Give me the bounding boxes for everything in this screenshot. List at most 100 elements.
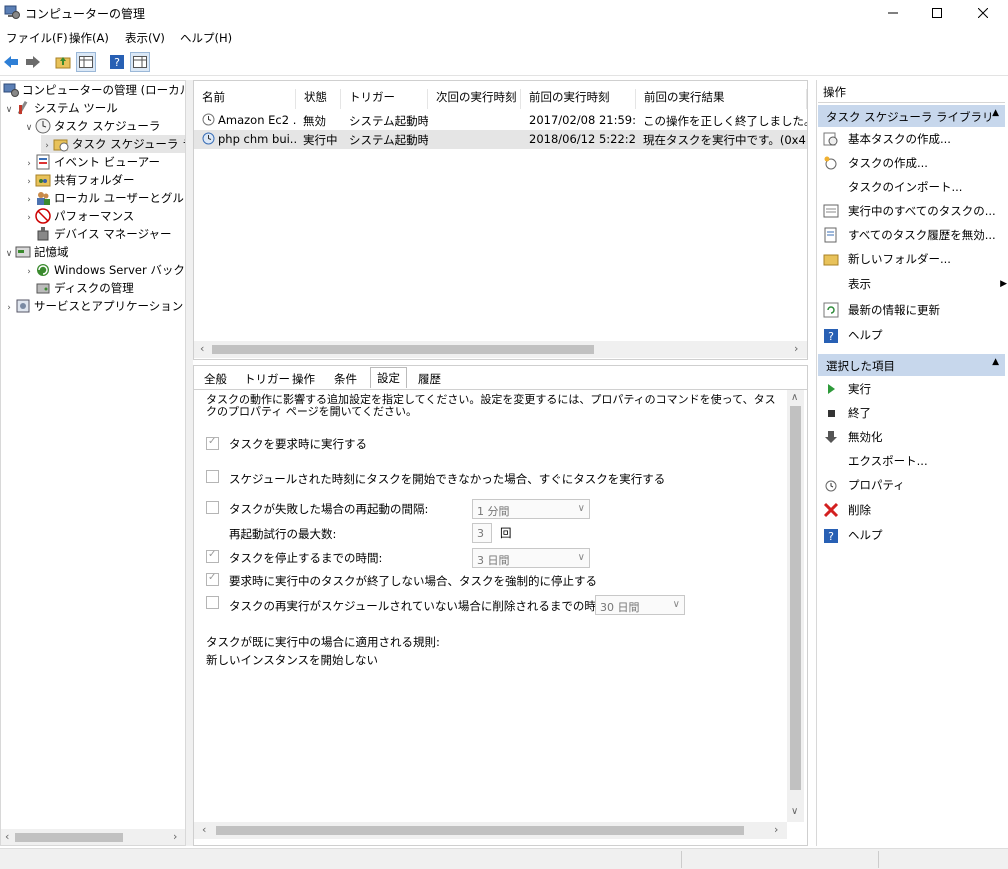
chevron-down-icon[interactable]: ∨ [23,119,35,137]
minimize-button[interactable] [870,0,916,25]
action-delete[interactable]: 削除 [823,499,1001,521]
tree-item-services-apps[interactable]: › サービスとアプリケーション [3,297,183,315]
action-help[interactable]: ? ヘルプ [823,324,1001,346]
stop-after-select[interactable]: 3 日間 ∨ [472,548,590,568]
tree-item-device-manager[interactable]: デバイス マネージャー [35,225,172,243]
scroll-thumb[interactable] [790,406,801,790]
tree-item-performance[interactable]: › パフォーマンス [23,207,134,225]
action-end[interactable]: 終了 [823,402,1001,424]
tab-settings[interactable]: 設定 [370,367,407,388]
close-button[interactable] [960,0,1006,25]
menu-view[interactable]: 表示(V) [125,30,165,46]
tree-item-root[interactable]: コンピューターの管理 (ローカル) [3,81,185,99]
tree-horizontal-scrollbar[interactable]: ‹ › [1,829,185,845]
section-header-selected[interactable]: 選択した項目 ▲ [818,354,1005,376]
submenu-arrow-icon: ▶ [1000,279,1007,289]
tree-item-shared-folders[interactable]: › 共有フォルダー [23,171,134,189]
tab-history[interactable]: 履歴 [412,369,447,387]
tree-item-disk-management[interactable]: ディスクの管理 [35,279,134,297]
column-header-name[interactable]: 名前 [194,89,296,109]
section-header-library[interactable]: タスク スケジューラ ライブラリ ▲ [818,105,1005,127]
action-export[interactable]: エクスポート... [823,450,1001,472]
collapse-icon[interactable]: ▲ [992,108,999,118]
scroll-left-icon[interactable]: ‹ [200,342,204,355]
column-header-last-run[interactable]: 前回の実行時刻 [521,89,636,109]
chevron-down-icon[interactable]: ∨ [3,245,15,263]
stop-after-checkbox[interactable] [206,549,219,563]
tab-actions[interactable]: 操作 [286,369,321,387]
event-viewer-icon [35,154,51,170]
action-run[interactable]: 実行 [823,378,1001,400]
scroll-up-icon[interactable]: ∧ [791,392,798,403]
column-header-last-result[interactable]: 前回の実行結果 [636,89,807,109]
delete-after-label: タスクの再実行がスケジュールされていない場合に削除されるまでの時間: [229,599,612,613]
restart-on-fail-checkbox[interactable] [206,501,219,514]
action-refresh[interactable]: 最新の情報に更新 [823,299,1001,321]
tree-item-local-users[interactable]: ›ローカル ユーザーとグループ [23,189,185,207]
scroll-left-icon[interactable]: ‹ [202,823,206,836]
action-import-task[interactable]: タスクのインポート... [823,176,1001,198]
detail-horizontal-scrollbar[interactable]: ‹ › [194,822,787,839]
column-header-next-run[interactable]: 次回の実行時刻 [428,89,521,109]
tree-item-task-scheduler-library[interactable]: ›タスク スケジューラ ライブ [41,135,185,153]
tree-item-storage[interactable]: ∨ 記憶域 [3,243,69,261]
run-missed-checkbox[interactable] [206,470,219,483]
action-create-basic-task[interactable]: 基本タスクの作成... [823,128,1001,150]
column-header-status[interactable]: 状態 [296,89,341,109]
scroll-right-icon[interactable]: › [794,342,798,355]
tab-general[interactable]: 全般 [198,369,233,387]
delete-after-select[interactable]: 30 日間 ∨ [595,595,685,615]
up-folder-icon[interactable] [53,52,73,72]
action-running-tasks[interactable]: 実行中のすべてのタスクの... [823,200,1001,222]
delete-after-checkbox[interactable] [206,596,219,609]
chevron-right-icon[interactable]: › [23,263,35,281]
table-row[interactable]: Amazon Ec2 ... 無効 システム起動時 2017/02/08 21:… [194,111,807,130]
scroll-right-icon[interactable]: › [173,830,177,843]
tree-item-system-tools[interactable]: ∨ システム ツール [3,99,118,117]
action-pane: 操作 タスク スケジューラ ライブラリ ▲ 基本タスクの作成... タスクの作成.… [816,80,1008,846]
action-view[interactable]: 表示 ▶ [823,273,1007,295]
tree-item-windows-server-backup[interactable]: › Windows Server バックア [23,261,185,281]
scroll-thumb[interactable] [212,345,594,354]
detail-vertical-scrollbar[interactable]: ∧ ∨ [787,390,804,822]
max-restart-input[interactable]: 3 [472,523,492,543]
scroll-thumb[interactable] [216,826,744,835]
force-stop-checkbox[interactable] [206,572,219,586]
action-help-selected[interactable]: ? ヘルプ [823,524,1001,546]
column-header-trigger[interactable]: トリガー [341,89,428,109]
action-new-folder[interactable]: 新しいフォルダー... [823,248,1001,270]
restart-interval-select[interactable]: 1 分間 ∨ [472,499,590,519]
scroll-down-icon[interactable]: ∨ [791,806,798,817]
action-create-task[interactable]: タスクの作成... [823,152,1001,174]
forward-arrow-icon[interactable] [23,52,43,72]
shared-folder-icon [35,172,51,188]
table-row[interactable]: php chm bui... 実行中 システム起動時 2018/06/12 5:… [194,130,807,149]
rule-value: 新しいインスタンスを開始しない [206,653,379,667]
menu-action[interactable]: 操作(A) [69,30,109,46]
collapse-icon[interactable]: ▲ [992,357,999,367]
scroll-thumb[interactable] [15,833,123,842]
action-disable-history[interactable]: すべてのタスク履歴を無効... [823,224,1001,246]
tree-item-task-scheduler[interactable]: ∨ タスク スケジューラ [23,117,160,135]
scroll-left-icon[interactable]: ‹ [5,830,9,843]
chevron-right-icon[interactable]: › [23,209,35,227]
action-properties[interactable]: プロパティ [823,474,1001,496]
chevron-down-icon: ∨ [672,599,680,610]
run-on-demand-checkbox[interactable] [206,436,219,450]
tab-conditions[interactable]: 条件 [328,369,363,387]
menu-file[interactable]: ファイル(F) [6,30,68,46]
show-tree-icon[interactable] [76,52,96,72]
pane-splitter[interactable] [186,80,193,846]
max-restart-unit: 回 [500,526,512,540]
scroll-right-icon[interactable]: › [774,823,778,836]
task-list-horizontal-scrollbar[interactable]: ‹ › [194,341,807,358]
back-arrow-icon[interactable] [1,52,21,72]
chevron-down-icon[interactable]: ∨ [3,101,15,119]
help-icon[interactable]: ? [107,52,127,72]
show-action-pane-icon[interactable] [130,52,150,72]
chevron-right-icon[interactable]: › [3,299,15,317]
tree-item-event-viewer[interactable]: › イベント ビューアー [23,153,160,171]
action-disable[interactable]: 無効化 [823,426,1001,448]
menu-help[interactable]: ヘルプ(H) [180,30,232,46]
maximize-button[interactable] [914,0,960,25]
